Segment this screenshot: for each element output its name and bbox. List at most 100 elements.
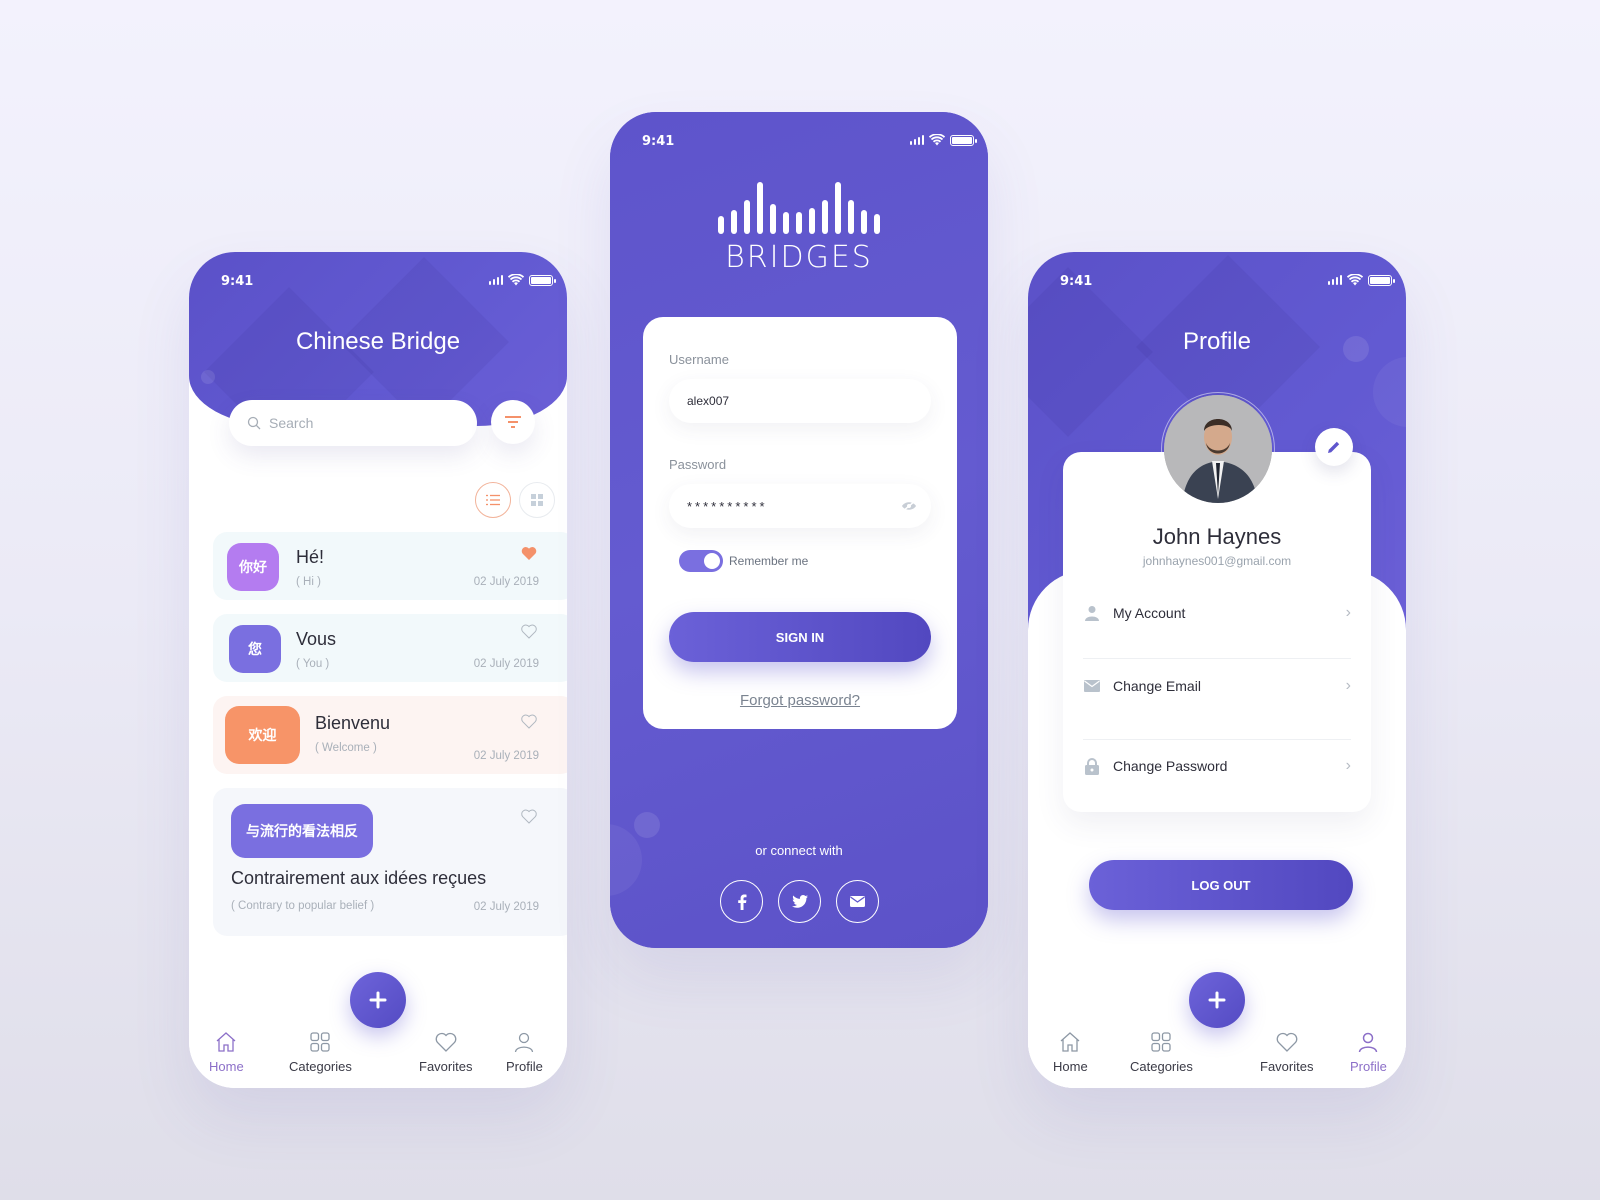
categories-icon [310,1032,331,1052]
heart-filled-icon[interactable] [521,546,537,561]
tab-favorites[interactable]: Favorites [419,1030,472,1074]
signal-icon [488,275,503,285]
chevron-right-icon: › [1345,677,1351,694]
tab-home[interactable]: Home [209,1030,244,1074]
plus-icon [1208,991,1226,1009]
heart-icon [435,1032,457,1052]
sign-in-button[interactable]: SIGN IN [669,612,931,662]
add-button[interactable] [350,972,406,1028]
chinese-badge: 与流行的看法相反 [231,804,373,858]
word-date: 02 July 2019 [473,750,539,762]
filter-button[interactable] [491,400,535,444]
pencil-icon [1328,441,1340,453]
username-input[interactable] [687,394,887,408]
home-icon [1060,1032,1080,1052]
word-date: 02 July 2019 [473,576,539,588]
twitter-icon [791,895,808,908]
french-word: Contrairement aux idées reçues [231,868,487,888]
status-time: 9:41 [642,134,675,149]
login-form: Username Password Remember me SIGN IN Fo… [643,317,957,729]
email-button[interactable] [836,880,879,923]
password-field[interactable] [669,484,931,528]
word-card[interactable]: 欢迎 Bienvenu ( Welcome ) 02 July 2019 [213,696,567,774]
word-date: 02 July 2019 [473,901,539,913]
menu-label: Change Password [1113,758,1228,774]
username-field[interactable] [669,379,931,423]
mail-icon [1084,680,1100,692]
chinese-badge: 你好 [227,543,279,591]
menu-my-account[interactable]: My Account › [1083,598,1351,628]
avatar-ring [1161,392,1275,506]
divider [1083,658,1351,659]
search-icon [247,416,261,430]
tab-profile[interactable]: Profile [1350,1030,1387,1074]
twitter-button[interactable] [778,880,821,923]
password-input[interactable] [687,498,887,514]
edit-profile-button[interactable] [1315,428,1353,466]
decor-bubble [1373,357,1406,427]
tab-label: Favorites [419,1059,473,1074]
menu-label: My Account [1113,605,1186,621]
decor-bubble [634,812,660,838]
list-view-button[interactable] [475,482,511,518]
tab-label: Categories [1130,1059,1193,1074]
heart-outline-icon[interactable] [521,809,537,824]
user-icon [1359,1032,1378,1053]
heart-icon [1276,1032,1298,1052]
status-bar: 9:41 [189,274,567,294]
tab-favorites[interactable]: Favorites [1260,1030,1313,1074]
tab-home[interactable]: Home [1053,1030,1088,1074]
signal-icon [909,135,924,145]
wifi-icon [929,134,945,146]
decor-bubble [610,824,642,896]
avatar[interactable] [1164,395,1272,503]
password-label: Password [669,457,727,472]
menu-change-password[interactable]: Change Password › [1083,751,1351,781]
user-icon [515,1032,534,1053]
facebook-icon [737,894,746,910]
tab-label: Home [1053,1059,1088,1074]
english-translation: ( Welcome ) [315,742,377,754]
grid-icon [531,494,543,506]
home-screen: 9:41 Chinese Bridge 你好 Hé! ( Hi ) 02 Jul… [189,252,567,1088]
forgot-password-link[interactable]: Forgot password? [643,692,957,709]
tab-categories[interactable]: Categories [289,1030,352,1074]
categories-icon [1151,1032,1172,1052]
tab-label: Home [209,1059,244,1074]
logo-text: BRIDGES [725,240,873,275]
heart-outline-icon[interactable] [521,624,537,639]
logo-bars-icon [610,182,988,234]
french-word: Hé! [296,547,325,567]
tab-categories[interactable]: Categories [1130,1030,1193,1074]
add-button[interactable] [1189,972,1245,1028]
word-date: 02 July 2019 [473,658,539,670]
status-bar: 9:41 [1028,274,1406,294]
battery-icon [950,134,977,146]
login-screen: 9:41 BRIDGES Don't have an account? Sign… [610,112,988,948]
battery-icon [1368,274,1395,286]
word-card[interactable]: 你好 Hé! ( Hi ) 02 July 2019 [213,532,567,600]
chinese-badge: 您 [229,625,281,673]
profile-name: John Haynes [1152,524,1282,549]
log-out-button[interactable]: LOG OUT [1089,860,1353,910]
username-label: Username [669,352,729,367]
english-translation: ( You ) [296,658,330,670]
heart-outline-icon[interactable] [521,714,537,729]
profile-email: johnhaynes001@gmail.com [1142,554,1292,568]
tab-profile[interactable]: Profile [506,1030,543,1074]
facebook-button[interactable] [720,880,763,923]
profile-screen: 9:41 Profile John Haynes johnhaynes001@g… [1028,252,1406,1088]
word-card[interactable]: 与流行的看法相反 Contrairement aux idées reçues … [213,788,567,936]
eye-off-icon[interactable] [901,500,917,512]
word-card[interactable]: 您 Vous ( You ) 02 July 2019 [213,614,567,682]
grid-view-button[interactable] [519,482,555,518]
search-input[interactable] [269,415,449,431]
wifi-icon [1347,274,1363,286]
list-icon [486,494,500,506]
search-box[interactable] [229,400,477,446]
tab-label: Favorites [1260,1059,1314,1074]
remember-me-toggle[interactable] [679,550,723,572]
menu-change-email[interactable]: Change Email › [1083,671,1351,701]
connect-label: or connect with [755,843,843,858]
english-translation: ( Contrary to popular belief ) [231,900,375,912]
